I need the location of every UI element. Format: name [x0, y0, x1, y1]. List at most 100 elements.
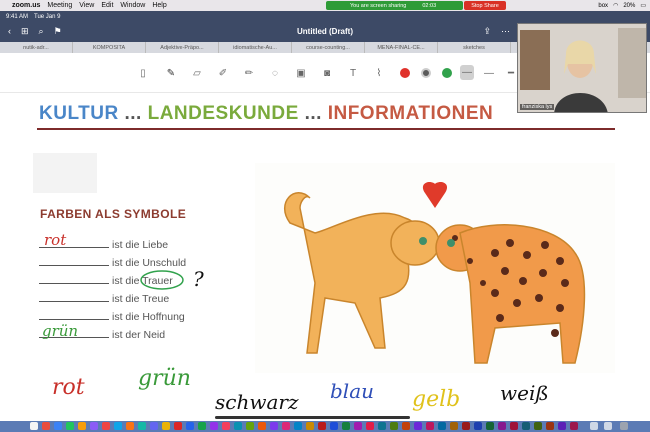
- downloads-icon[interactable]: [604, 422, 612, 430]
- thick-stroke-icon[interactable]: ━: [504, 66, 518, 80]
- battery-percent[interactable]: 20%: [623, 3, 635, 9]
- thin-stroke-icon[interactable]: —: [460, 65, 474, 80]
- app-icon[interactable]: [222, 422, 230, 430]
- color-red-swatch[interactable]: [400, 68, 410, 78]
- spotted-cat-body: [459, 224, 586, 364]
- app-icon[interactable]: [54, 422, 62, 430]
- app-icon[interactable]: [198, 422, 206, 430]
- menu-item-help[interactable]: Help: [152, 2, 166, 9]
- page-icon[interactable]: ▯: [136, 66, 150, 80]
- doc-tab[interactable]: Adjektive-Präpo...: [146, 42, 219, 53]
- menu-item-window[interactable]: Window: [120, 2, 145, 9]
- app-icon[interactable]: [390, 422, 398, 430]
- handwritten-gruen-answer: grün: [42, 322, 79, 340]
- app-icon[interactable]: [462, 422, 470, 430]
- doc-tab[interactable]: nutik-adr...: [0, 42, 73, 53]
- camera-icon[interactable]: ◙: [320, 66, 334, 80]
- app-icon[interactable]: [414, 422, 422, 430]
- app-icon[interactable]: [294, 422, 302, 430]
- participant-video[interactable]: franziska lys: [517, 23, 647, 113]
- app-icon[interactable]: [210, 422, 218, 430]
- app-icon[interactable]: [78, 422, 86, 430]
- app-icon[interactable]: [174, 422, 182, 430]
- app-icon[interactable]: [510, 422, 518, 430]
- app-icon[interactable]: [474, 422, 482, 430]
- orange-cat-head: [390, 220, 440, 266]
- app-icon[interactable]: [486, 422, 494, 430]
- app-icon[interactable]: [318, 422, 326, 430]
- menu-item-edit[interactable]: Edit: [101, 2, 113, 9]
- doc-tab[interactable]: course-counting...: [292, 42, 365, 53]
- marker-icon[interactable]: ⌇: [372, 66, 386, 80]
- app-icon[interactable]: [498, 422, 506, 430]
- row-text: ist die Unschuld: [112, 257, 187, 269]
- text-icon[interactable]: T: [346, 66, 360, 80]
- word-blau: blau: [330, 379, 375, 403]
- app-icon[interactable]: [330, 422, 338, 430]
- box-icon[interactable]: box: [598, 3, 608, 9]
- finder-icon[interactable]: [30, 422, 38, 430]
- app-icon[interactable]: [66, 422, 74, 430]
- app-icon[interactable]: [102, 422, 110, 430]
- app-icon[interactable]: [558, 422, 566, 430]
- pen-icon[interactable]: ✎: [164, 66, 178, 80]
- folder-icon[interactable]: [590, 422, 598, 430]
- app-icon[interactable]: [138, 422, 146, 430]
- medium-stroke-icon[interactable]: —: [482, 66, 496, 80]
- app-icon[interactable]: [402, 422, 410, 430]
- color-green-swatch[interactable]: [442, 68, 452, 78]
- row-text: ist die Hoffnung: [112, 311, 185, 323]
- doc-tab[interactable]: idiomatische-Au...: [219, 42, 292, 53]
- app-icon[interactable]: [246, 422, 254, 430]
- app-icon[interactable]: [126, 422, 134, 430]
- app-icon[interactable]: [366, 422, 374, 430]
- handwritten-rot-answer: rot: [44, 231, 67, 249]
- image-icon[interactable]: ▣: [294, 66, 308, 80]
- worksheet-row: ist die Unschuld: [39, 257, 186, 269]
- wifi-icon[interactable]: ◠: [613, 2, 618, 9]
- app-icon[interactable]: [570, 422, 578, 430]
- page-heading: KULTUR ... LANDESKUNDE ... INFORMATIONEN: [39, 103, 493, 125]
- app-icon[interactable]: [114, 422, 122, 430]
- menu-item-view[interactable]: View: [79, 2, 94, 9]
- pencil-icon[interactable]: ✏: [242, 66, 256, 80]
- app-icon[interactable]: [450, 422, 458, 430]
- doc-tab[interactable]: sketches: [438, 42, 511, 53]
- app-icon[interactable]: [162, 422, 170, 430]
- app-icon[interactable]: [354, 422, 362, 430]
- app-icon[interactable]: [234, 422, 242, 430]
- app-icon[interactable]: [306, 422, 314, 430]
- more-icon[interactable]: ⋯: [501, 26, 510, 37]
- screen-sharing-indicator[interactable]: You are screen sharing 02:03: [326, 1, 463, 10]
- app-icon[interactable]: [534, 422, 542, 430]
- app-icon[interactable]: [546, 422, 554, 430]
- app-icon[interactable]: [270, 422, 278, 430]
- app-icon[interactable]: [42, 422, 50, 430]
- app-icon[interactable]: [186, 422, 194, 430]
- eraser-icon[interactable]: ▱: [190, 66, 204, 80]
- app-icon[interactable]: [150, 422, 158, 430]
- stop-share-button[interactable]: Stop Share: [464, 1, 506, 10]
- lasso-icon[interactable]: ◌: [268, 66, 282, 80]
- notebook-page[interactable]: KULTUR ... LANDESKUNDE ... INFORMATIONEN…: [0, 93, 650, 421]
- app-icon[interactable]: [90, 422, 98, 430]
- share-icon[interactable]: ⇪: [483, 26, 491, 37]
- app-icon[interactable]: [258, 422, 266, 430]
- app-icon[interactable]: [522, 422, 530, 430]
- doc-tab[interactable]: KOMPOSITA: [73, 42, 146, 53]
- trash-icon[interactable]: [620, 422, 628, 430]
- app-icon[interactable]: [282, 422, 290, 430]
- app-icon[interactable]: [342, 422, 350, 430]
- menu-app-name[interactable]: zoom.us: [12, 2, 40, 9]
- app-icon[interactable]: [426, 422, 434, 430]
- horizontal-scrollbar[interactable]: [215, 416, 410, 419]
- app-icon[interactable]: [378, 422, 386, 430]
- doc-tab[interactable]: MENA-FINAL-CE...: [365, 42, 438, 53]
- participant-name: franziska lys: [520, 104, 555, 110]
- highlighter-icon[interactable]: ✐: [216, 66, 230, 80]
- worksheet-row: ist die Treue: [39, 293, 169, 305]
- color-gray-swatch[interactable]: [421, 68, 431, 78]
- heading-kultur: KULTUR: [39, 103, 119, 124]
- menu-item-meeting[interactable]: Meeting: [47, 2, 72, 9]
- app-icon[interactable]: [438, 422, 446, 430]
